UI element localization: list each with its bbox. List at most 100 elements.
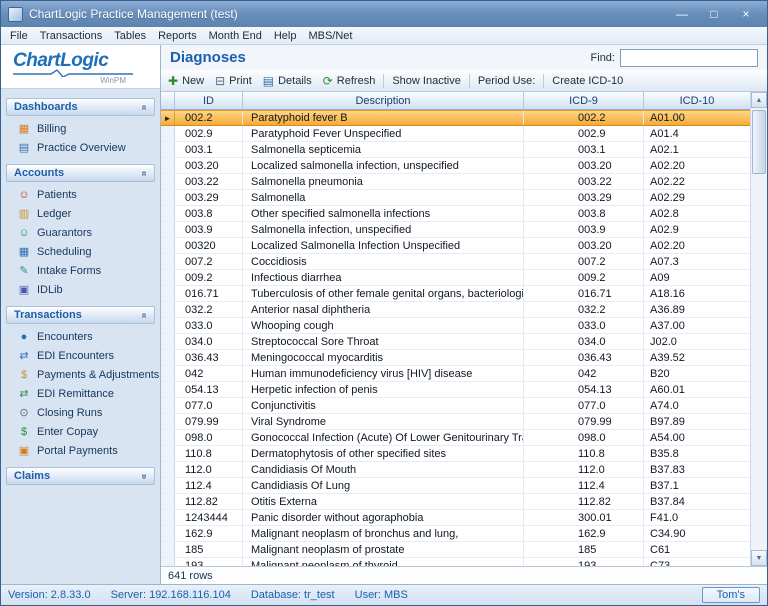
sidebar-item-edi-encounters[interactable]: ⇄ EDI Encounters bbox=[1, 346, 160, 365]
user-badge[interactable]: Tom's bbox=[701, 587, 760, 603]
menu-transactions[interactable]: Transactions bbox=[34, 29, 109, 43]
minimize-button[interactable]: — bbox=[674, 7, 690, 21]
cell-id: 112.4 bbox=[175, 478, 243, 493]
table-row[interactable]: 002.9 Paratyphoid Fever Unspecified 002.9 A… bbox=[161, 126, 750, 142]
table-row[interactable]: 032.2 Anterior nasal diphtheria 032.2 A36.8… bbox=[161, 302, 750, 318]
table-row[interactable]: 009.2 Infectious diarrhea 009.2 A09 bbox=[161, 270, 750, 286]
sidebar-item-label: Scheduling bbox=[37, 245, 92, 258]
sidebar-item-guarantors[interactable]: ☺ Guarantors bbox=[1, 223, 160, 242]
sidebar-item-label: Guarantors bbox=[37, 226, 93, 239]
table-row[interactable]: 036.43 Meningococcal myocarditis 036.43 A39… bbox=[161, 350, 750, 366]
menu-help[interactable]: Help bbox=[268, 29, 303, 43]
column-header-id[interactable]: ID bbox=[175, 92, 243, 109]
vertical-scrollbar[interactable]: ▲ ▼ bbox=[750, 92, 767, 566]
sidebar-item-scheduling[interactable]: ▦ Scheduling bbox=[1, 242, 160, 261]
scrollbar-down-button[interactable]: ▼ bbox=[751, 550, 767, 566]
sidebar-section-claims[interactable]: Claims « bbox=[6, 467, 155, 485]
status-server: Server: 192.168.116.104 bbox=[110, 589, 231, 601]
sidebar-item-edi-remittance[interactable]: ⇄ EDI Remittance bbox=[1, 384, 160, 403]
menu-month-end[interactable]: Month End bbox=[203, 29, 268, 43]
table-row[interactable]: 110.8 Dermatophytosis of other specified … bbox=[161, 446, 750, 462]
toolbar-separator bbox=[383, 73, 385, 88]
sidebar-item-closing-runs[interactable]: ⊙ Closing Runs bbox=[1, 403, 160, 422]
table-row[interactable]: ► 002.2 Paratyphoid fever B 002.2 A01.00 bbox=[161, 110, 750, 126]
table-row[interactable]: 003.8 Other specified salmonella infectio… bbox=[161, 206, 750, 222]
table-row[interactable]: 1243444 Panic disorder without agoraphobi… bbox=[161, 510, 750, 526]
maximize-button[interactable]: □ bbox=[706, 7, 722, 21]
cell-icd-10: A18.16 bbox=[650, 287, 685, 300]
sidebar-item-payments-adjustments[interactable]: $ Payments & Adjustments bbox=[1, 365, 160, 384]
cell-description: Other specified salmonella infections bbox=[243, 206, 524, 221]
table-row[interactable]: 003.22 Salmonella pneumonia 003.22 A02.22 bbox=[161, 174, 750, 190]
sidebar-section-transactions[interactable]: Transactions « bbox=[6, 306, 155, 324]
toolbar-details-button[interactable]: ▤ Details bbox=[263, 75, 312, 87]
sidebar-item-patients[interactable]: ☺ Patients bbox=[1, 185, 160, 204]
cell-description: Herpetic infection of penis bbox=[243, 382, 524, 397]
toolbar-show-inactive-button[interactable]: Show Inactive bbox=[392, 75, 460, 87]
sidebar-item-ledger[interactable]: ▥ Ledger bbox=[1, 204, 160, 223]
table-row[interactable]: 042 Human immunodeficiency virus [HIV] di… bbox=[161, 366, 750, 382]
patients-icon: ☺ bbox=[18, 188, 30, 201]
sidebar-item-practice-overview[interactable]: ▤ Practice Overview bbox=[1, 138, 160, 157]
table-row[interactable]: 193 Malignant neoplasm of thyroid 193 C73 bbox=[161, 558, 750, 566]
cell-icd-9: 112.4 bbox=[524, 478, 644, 493]
toolbar-button-label: Print bbox=[229, 74, 252, 87]
table-row[interactable]: 003.20 Localized salmonella infection, un… bbox=[161, 158, 750, 174]
table-row[interactable]: 077.0 Conjunctivitis 077.0 A74.0 bbox=[161, 398, 750, 414]
close-button[interactable]: × bbox=[738, 7, 754, 21]
scrollbar-track[interactable] bbox=[751, 108, 767, 550]
toolbar-print-button[interactable]: ⊟ Print bbox=[215, 75, 252, 87]
table-row[interactable]: 003.1 Salmonella septicemia 003.1 A02.1 bbox=[161, 142, 750, 158]
cell-id: 002.2 bbox=[175, 111, 243, 125]
table-row[interactable]: 003.9 Salmonella infection, unspecified 00… bbox=[161, 222, 750, 238]
cell-icd-10: A02.9 bbox=[650, 223, 679, 236]
sidebar-section-dashboards[interactable]: Dashboards « bbox=[6, 98, 155, 116]
toolbar-new-button[interactable]: ✚ New bbox=[168, 75, 204, 87]
cell-description: Candidiasis Of Mouth bbox=[243, 462, 524, 477]
sidebar-item-enter-copay[interactable]: $ Enter Copay bbox=[1, 422, 160, 441]
table-row[interactable]: 003.29 Salmonella 003.29 A02.29 bbox=[161, 190, 750, 206]
table-row[interactable]: 016.71 Tuberculosis of other female genit… bbox=[161, 286, 750, 302]
table-row[interactable]: 079.99 Viral Syndrome 079.99 B97.89 bbox=[161, 414, 750, 430]
statusbar-fields: Version: 2.8.33.0 Server: 192.168.116.104… bbox=[8, 589, 408, 601]
menu-tables[interactable]: Tables bbox=[108, 29, 152, 43]
toolbar-create-icd-10-button[interactable]: Create ICD-10 bbox=[552, 75, 623, 87]
table-row[interactable]: 034.0 Streptococcal Sore Throat 034.0 J02.0 bbox=[161, 334, 750, 350]
cell-icd-10: C61 bbox=[650, 543, 671, 556]
cell-description: Paratyphoid fever B bbox=[243, 111, 524, 125]
row-selector bbox=[161, 478, 175, 493]
menu-mbs-net[interactable]: MBS/Net bbox=[302, 29, 358, 43]
column-header-icd-10[interactable]: ICD-10 bbox=[644, 92, 750, 109]
cell-description: Salmonella infection, unspecified bbox=[243, 222, 524, 237]
column-header-icd-9[interactable]: ICD-9 bbox=[524, 92, 644, 109]
scrollbar-thumb[interactable] bbox=[752, 110, 766, 174]
sidebar-item-idlib[interactable]: ▣ IDLib bbox=[1, 280, 160, 299]
menu-bar: File Transactions Tables Reports Month End He… bbox=[1, 27, 767, 45]
menu-file[interactable]: File bbox=[4, 29, 34, 43]
toolbar-refresh-button[interactable]: ⟳ Refresh bbox=[323, 75, 376, 87]
table-row[interactable]: 033.0 Whooping cough 033.0 A37.00 bbox=[161, 318, 750, 334]
table-row[interactable]: 185 Malignant neoplasm of prostate 185 C61 bbox=[161, 542, 750, 558]
cell-id: 1243444 bbox=[175, 510, 243, 525]
table-row[interactable]: 112.82 Otitis Externa 112.82 B37.84 bbox=[161, 494, 750, 510]
sidebar-item-encounters[interactable]: ● Encounters bbox=[1, 327, 160, 346]
table-row[interactable]: 112.4 Candidiasis Of Lung 112.4 B37.1 bbox=[161, 478, 750, 494]
cell-id: 007.2 bbox=[175, 254, 243, 269]
table-row[interactable]: 112.0 Candidiasis Of Mouth 112.0 B37.83 bbox=[161, 462, 750, 478]
table-row[interactable]: 162.9 Malignant neoplasm of bronchus and … bbox=[161, 526, 750, 542]
scrollbar-up-button[interactable]: ▲ bbox=[751, 92, 767, 108]
cell-icd-9: 003.1 bbox=[524, 142, 644, 157]
table-row[interactable]: 007.2 Coccidiosis 007.2 A07.3 bbox=[161, 254, 750, 270]
table-row[interactable]: 098.0 Gonococcal Infection (Acute) Of Low… bbox=[161, 430, 750, 446]
sidebar-item-billing[interactable]: ▦ Billing bbox=[1, 119, 160, 138]
column-header-description[interactable]: Description bbox=[243, 92, 524, 109]
table-row[interactable]: 00320 Localized Salmonella Infection Unsp… bbox=[161, 238, 750, 254]
sidebar-item-portal-payments[interactable]: ▣ Portal Payments bbox=[1, 441, 160, 460]
sidebar-item-intake-forms[interactable]: ✎ Intake Forms bbox=[1, 261, 160, 280]
toolbar-period-use-button[interactable]: Period Use: bbox=[478, 75, 535, 87]
sidebar-section-accounts[interactable]: Accounts « bbox=[6, 164, 155, 182]
table-row[interactable]: 054.13 Herpetic infection of penis 054.13 A… bbox=[161, 382, 750, 398]
menu-reports[interactable]: Reports bbox=[152, 29, 203, 43]
title-bar[interactable]: ChartLogic Practice Management (test) — □… bbox=[1, 1, 767, 27]
find-input[interactable] bbox=[620, 48, 758, 67]
